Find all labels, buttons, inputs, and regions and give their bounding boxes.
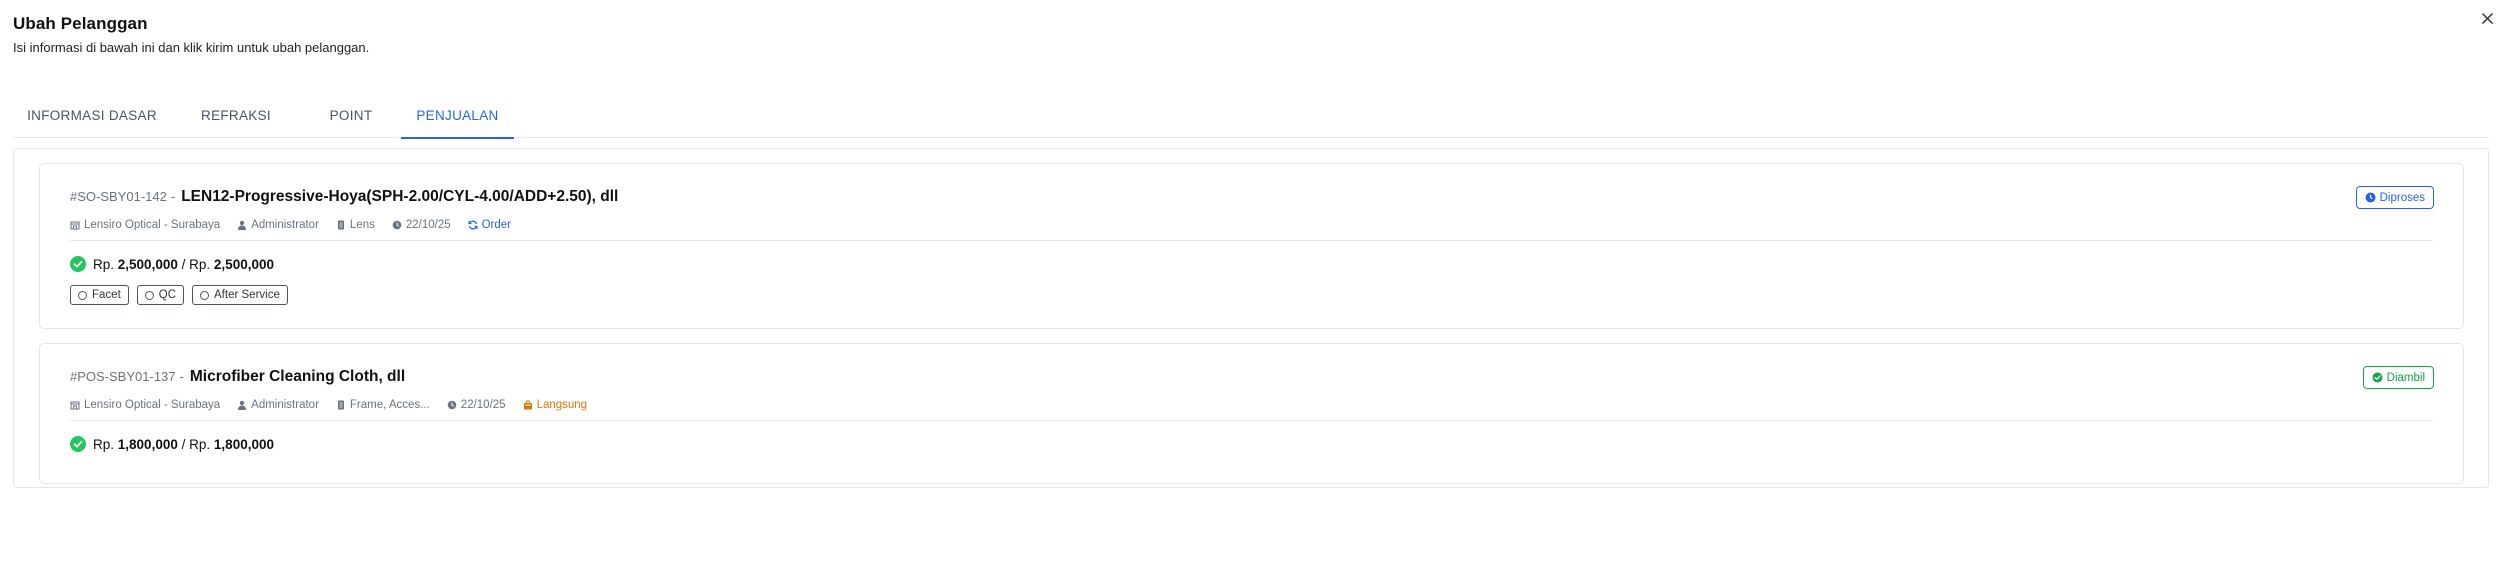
order-meta: Lensiro Optical - Surabaya Administrator…: [70, 399, 604, 411]
sales-card-header: #POS-SBY01-137 - Microfiber Cleaning Clo…: [70, 368, 405, 386]
tab-point[interactable]: POINT: [301, 92, 401, 138]
meta-user: Administrator: [237, 219, 319, 231]
total-amount: 1,800,000: [213, 436, 274, 452]
sales-card[interactable]: #POS-SBY01-137 - Microfiber Cleaning Clo…: [39, 343, 2464, 484]
order-id: #SO-SBY01-142: [70, 189, 167, 204]
tab-penjualan[interactable]: PENJUALAN: [401, 92, 514, 139]
amount-slash: /: [181, 436, 186, 452]
document-icon: [337, 400, 344, 410]
step-qc-chip[interactable]: QC: [136, 285, 185, 305]
meta-category: Frame, Acces...: [336, 399, 430, 411]
meta-user-label: Administrator: [251, 219, 319, 231]
paid-prefix: Rp.: [93, 256, 115, 272]
dialog-header: Ubah Pelanggan Isi informasi di bawah in…: [13, 14, 369, 55]
order-separator: -: [170, 189, 176, 204]
meta-category-label: Lens: [349, 219, 375, 231]
tab-bar: INFORMASI DASAR REFRAKSI POINT PENJUALAN: [13, 92, 2489, 139]
card-divider: [70, 420, 2433, 421]
circle-icon: [144, 290, 154, 300]
sales-card-header: #SO-SBY01-142 - LEN12-Progressive-Hoya(S…: [70, 188, 618, 206]
meta-store: Lensiro Optical - Surabaya: [70, 399, 220, 411]
meta-type: Order: [468, 219, 511, 231]
meta-store-label: Lensiro Optical - Surabaya: [84, 219, 221, 231]
meta-date-label: 22/10/25: [460, 399, 506, 411]
check-circle-icon: [2372, 372, 2383, 383]
meta-date: 22/10/25: [392, 219, 451, 231]
meta-user-label: Administrator: [251, 399, 319, 411]
meta-type-label: Langsung: [536, 399, 588, 411]
progress-icon: [2365, 192, 2376, 203]
order-separator: -: [179, 369, 184, 384]
store-icon: [70, 401, 80, 410]
status-badge: Diambil: [2362, 366, 2434, 389]
bag-icon: [523, 400, 532, 410]
card-divider: [70, 240, 2433, 241]
status-label: Diambil: [2386, 371, 2425, 384]
total-prefix: Rp.: [189, 436, 211, 452]
total-amount: 2,500,000: [213, 256, 274, 272]
paid-prefix: Rp.: [93, 436, 115, 452]
meta-date: 22/10/25: [447, 399, 506, 411]
meta-date-label: 22/10/25: [405, 219, 451, 231]
clock-icon: [392, 220, 402, 230]
order-id: #POS-SBY01-137: [70, 369, 176, 384]
close-icon: [2481, 12, 2493, 24]
user-icon: [238, 400, 247, 410]
step-facet-chip[interactable]: Facet: [70, 285, 129, 305]
document-icon: [337, 220, 344, 230]
step-after-service-chip[interactable]: After Service: [192, 285, 288, 305]
payment-summary: Rp. 1,800,000 / Rp. 1,800,000: [70, 436, 274, 452]
circle-icon: [78, 290, 87, 300]
dialog-subtitle: Isi informasi di bawah ini dan klik kiri…: [13, 40, 370, 55]
meta-category-label: Frame, Acces...: [349, 399, 430, 411]
meta-type-label: Order: [481, 219, 512, 231]
meta-type: Langsung: [523, 399, 588, 411]
status-label: Diproses: [2379, 191, 2425, 204]
paid-amount: 1,800,000: [117, 436, 178, 452]
order-name: LEN12-Progressive-Hoya(SPH-2.00/CYL-4.00…: [181, 188, 619, 205]
process-steps: Facet QC After Service: [70, 285, 296, 305]
meta-user: Administrator: [237, 399, 319, 411]
total-prefix: Rp.: [189, 256, 211, 272]
payment-summary: Rp. 2,500,000 / Rp. 2,500,000: [70, 256, 274, 272]
step-label: QC: [158, 289, 177, 301]
dialog-title: Ubah Pelanggan: [13, 14, 148, 33]
check-circle-icon: [70, 256, 86, 272]
order-name: Microfiber Cleaning Cloth, dll: [189, 368, 406, 385]
paid-amount: 2,500,000: [117, 256, 178, 272]
refresh-icon: [468, 220, 478, 230]
circle-icon: [200, 290, 210, 300]
order-meta: Lensiro Optical - Surabaya Administrator…: [70, 219, 528, 231]
store-icon: [70, 221, 80, 230]
check-circle-icon: [70, 436, 86, 452]
step-label: After Service: [214, 289, 280, 301]
status-badge: Diproses: [2355, 186, 2434, 209]
clock-icon: [447, 400, 457, 410]
tab-refraksi[interactable]: REFRAKSI: [171, 92, 301, 138]
amount-slash: /: [181, 256, 186, 272]
step-label: Facet: [92, 289, 121, 301]
close-button[interactable]: [2477, 8, 2497, 28]
meta-category: Lens: [336, 219, 375, 231]
sales-card[interactable]: #SO-SBY01-142 - LEN12-Progressive-Hoya(S…: [39, 163, 2464, 329]
user-icon: [238, 220, 247, 230]
tab-informasi-dasar[interactable]: INFORMASI DASAR: [13, 92, 171, 138]
meta-store-label: Lensiro Optical - Surabaya: [84, 399, 221, 411]
meta-store: Lensiro Optical - Surabaya: [70, 219, 220, 231]
